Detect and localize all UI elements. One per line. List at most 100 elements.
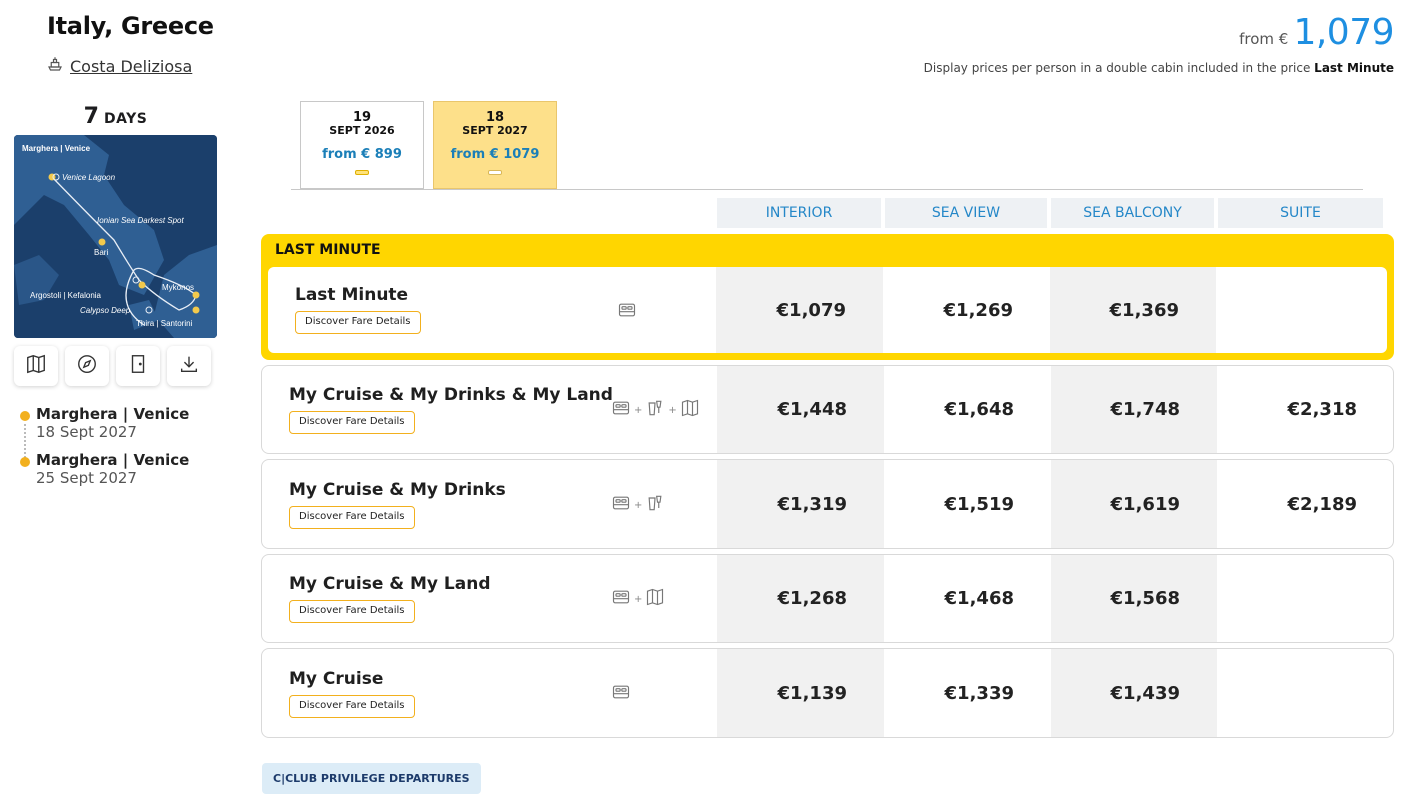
date-tab-2026[interactable]: 19 SEPT 2026 from € 899 [300,101,424,189]
fare-row-cruise-drinks: My Cruise & My Drinks Discover Fare Deta… [261,459,1394,549]
itinerary-stop: Marghera | Venice 18 Sept 2027 [20,405,189,441]
map-label-thira: Thira | Santorini [136,319,193,328]
fare-name: Last Minute [295,285,409,305]
fare-name: My Cruise [289,669,384,689]
price-interior[interactable]: €1,079 [716,267,883,353]
fare-row-cruise-land: My Cruise & My Land Discover Fare Detail… [261,554,1394,643]
column-sea-balcony: SEA BALCONY [1051,198,1214,228]
fare-inclusions: + + [611,398,700,422]
stop-date: 25 Sept 2027 [36,469,137,487]
ship-icon [46,55,64,77]
date-tab-price: from € 899 [322,147,402,162]
date-tab-day: 18 [485,110,505,125]
compass-icon [76,353,98,379]
last-minute-label: LAST MINUTE [275,242,381,258]
fare-name: My Cruise & My Drinks & My Land [289,385,613,405]
price-sea-view[interactable]: €1,519 [884,460,1051,548]
map-label-argostoli: Argostoli | Kefalonia [30,291,102,300]
fare-row-cruise-drinks-land: My Cruise & My Drinks & My Land Discover… [261,365,1394,454]
price-from-amount: 1,079 [1293,12,1394,53]
map-tools [14,346,211,386]
itinerary-map[interactable]: Marghera | Venice Venice Lagoon Ionian S… [14,135,217,338]
map-label-bari: Bari [94,248,108,257]
fare-inclusions [611,682,631,706]
price-summary: from € 1,079 [1239,12,1394,53]
stop-port: Marghera | Venice [36,405,190,423]
price-note-text: Display prices per person in a double ca… [923,61,1311,75]
stop-dot-icon [20,411,30,421]
download-button[interactable] [167,346,211,386]
price-sea-balcony[interactable]: €1,619 [1051,460,1217,548]
price-suite[interactable]: €2,318 [1217,366,1393,453]
ticket-icon [488,170,502,175]
compass-button[interactable] [65,346,109,386]
fare-details-button[interactable]: Discover Fare Details [289,411,415,434]
map-label-ionian: Ionian Sea Darkest Spot [97,216,184,225]
price-sea-balcony[interactable]: €1,748 [1051,366,1217,453]
ship-link[interactable]: Costa Deliziosa [46,55,192,77]
price-note-fare: Last Minute [1314,61,1394,75]
bed-icon [611,398,631,422]
date-tab-month: SEPT 2027 [462,124,528,137]
price-note: Display prices per person in a double ca… [924,61,1394,75]
price-suite [1216,267,1387,353]
price-suite[interactable]: €2,189 [1217,460,1393,548]
bed-icon [617,300,637,324]
fare-inclusions: + [611,587,665,611]
duration: 7 DAYS [14,104,217,129]
map-graphic: Marghera | Venice Venice Lagoon Ionian S… [14,135,217,338]
itinerary-stop: Marghera | Venice 25 Sept 2027 [20,451,189,487]
price-interior[interactable]: €1,448 [717,366,884,453]
price-sea-balcony[interactable]: €1,369 [1050,267,1216,353]
column-sea-view: SEA VIEW [885,198,1047,228]
ship-name[interactable]: Costa Deliziosa [70,57,192,76]
price-suite [1217,555,1393,642]
fare-inclusions: + [611,493,665,517]
ticket-icon [355,170,369,175]
price-sea-view[interactable]: €1,468 [884,555,1051,642]
drinks-icon [645,398,665,422]
excursion-map-icon [645,587,665,611]
duration-label: DAYS [104,111,148,127]
excursion-map-icon [680,398,700,422]
price-interior[interactable]: €1,319 [717,460,884,548]
plus-icon: + [634,593,643,605]
itinerary-list: Marghera | Venice 18 Sept 2027 Marghera … [20,405,189,497]
price-interior[interactable]: €1,268 [717,555,884,642]
cabin-button[interactable] [116,346,160,386]
plus-icon: + [634,404,643,416]
price-sea-view[interactable]: €1,648 [884,366,1051,453]
bed-icon [611,493,631,517]
map-label-marghera: Marghera | Venice [22,144,91,153]
fare-details-button[interactable]: Discover Fare Details [289,600,415,623]
fare-details-button[interactable]: Discover Fare Details [289,695,415,718]
cabin-column-headers: INTERIOR SEA VIEW SEA BALCONY SUITE [717,198,1383,228]
fare-row-last-minute: Last Minute Discover Fare Details €1,079… [268,267,1387,353]
price-sea-balcony[interactable]: €1,439 [1051,649,1217,737]
price-interior[interactable]: €1,139 [717,649,884,737]
plus-icon: + [634,499,643,511]
date-tab-month: SEPT 2026 [329,124,395,137]
stop-port: Marghera | Venice [36,451,190,469]
price-sea-view[interactable]: €1,269 [883,267,1050,353]
date-tab-day: 19 [352,110,372,125]
download-icon [178,353,200,379]
fare-details-button[interactable]: Discover Fare Details [295,311,421,334]
stop-date: 18 Sept 2027 [36,423,137,441]
door-icon [127,353,149,379]
map-label-mykonos: Mykonos [162,283,194,292]
departure-date-tabs: 19 SEPT 2026 from € 899 18 SEPT 2027 fro… [291,101,1363,190]
date-tab-2027[interactable]: 18 SEPT 2027 from € 1079 [433,101,557,189]
price-suite [1217,649,1393,737]
map-button[interactable] [14,346,58,386]
club-privilege-badge[interactable]: C|CLUB PRIVILEGE DEPARTURES [262,763,481,794]
price-sea-balcony[interactable]: €1,568 [1051,555,1217,642]
fare-details-button[interactable]: Discover Fare Details [289,506,415,529]
last-minute-section: LAST MINUTE Last Minute Discover Fare De… [261,234,1394,360]
drinks-icon [645,493,665,517]
fare-name: My Cruise & My Drinks [289,480,506,500]
map-icon [25,353,47,379]
price-sea-view[interactable]: €1,339 [884,649,1051,737]
bed-icon [611,587,631,611]
price-from-label: from € [1239,30,1289,48]
